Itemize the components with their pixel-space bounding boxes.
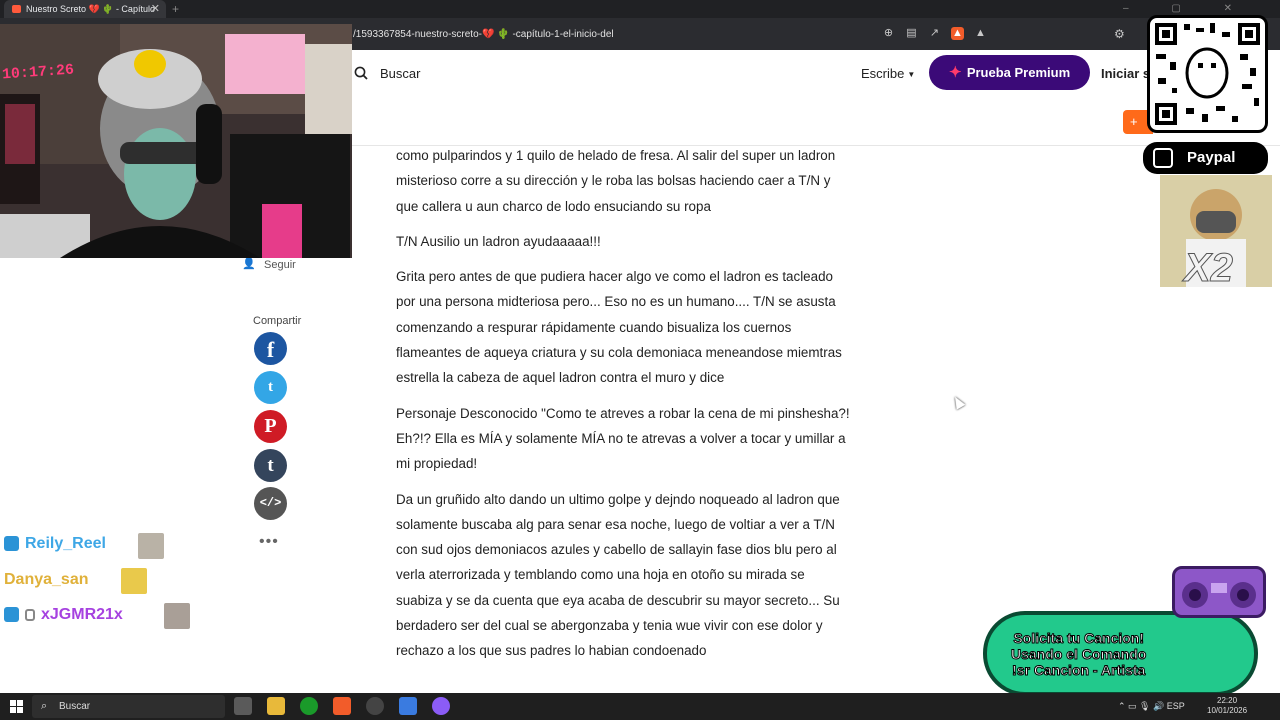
screen: Nuestro Screto 💔 🌵 - Capítulo ✕ + – ▢ ✕ … bbox=[0, 0, 1280, 720]
twitter-share-icon[interactable]: t bbox=[254, 371, 287, 404]
url-suffix: -capítulo-1-el-inicio-del bbox=[512, 29, 614, 40]
premium-label: Prueba Premium bbox=[966, 65, 1071, 80]
chat-avatar bbox=[138, 533, 164, 559]
more-options-icon[interactable]: ••• bbox=[259, 533, 279, 551]
paypal-qr-icon bbox=[1153, 148, 1173, 168]
follow-label: Seguir bbox=[264, 259, 296, 271]
tab-title: Nuestro Screto 💔 🌵 - Capítulo bbox=[26, 4, 155, 14]
brave-shields-icon[interactable]: ▲ bbox=[951, 27, 964, 40]
language-indicator: ESP bbox=[1166, 701, 1185, 711]
taskbar-apps bbox=[234, 697, 450, 715]
taskbar-search-label: Buscar bbox=[59, 701, 91, 712]
streamer-webcam-image bbox=[0, 24, 352, 258]
taskbar-clock[interactable]: 22:20 10/01/2026 bbox=[1207, 696, 1247, 716]
chat-badge-icon bbox=[4, 536, 19, 552]
paragraph: como pulparindos y 1 quilo de helado de … bbox=[396, 148, 836, 214]
paypal-label: Paypal bbox=[1187, 149, 1236, 166]
chat-user: Danya_san bbox=[4, 571, 89, 589]
taskbar-search[interactable]: ⌕ Buscar bbox=[32, 695, 225, 718]
chat-badge-icon bbox=[4, 607, 19, 623]
address-bar-icons: ⊕ ▤ ↗ ▲ ▲ bbox=[882, 27, 987, 40]
share-heading: Compartir bbox=[253, 315, 302, 327]
search-link[interactable]: Buscar bbox=[380, 66, 420, 81]
chat-user: Reily_Reel bbox=[4, 535, 106, 553]
taskbar: ⌕ Buscar ⌃ ▭ 🎙 🔊 ESP 22:20 10/01/2026 bbox=[0, 693, 1280, 720]
obs-icon[interactable] bbox=[366, 697, 384, 715]
x2-multiplier: X2 bbox=[1184, 246, 1234, 291]
app-icon[interactable] bbox=[399, 697, 417, 715]
file-explorer-icon[interactable] bbox=[267, 697, 285, 715]
login-link[interactable]: Iniciar s bbox=[1101, 66, 1150, 81]
task-view-icon[interactable] bbox=[234, 697, 252, 715]
boombox-speakers-icon bbox=[1182, 582, 1256, 608]
boombox-icon bbox=[1172, 566, 1266, 618]
windows-start-icon[interactable] bbox=[10, 700, 23, 713]
song-request-text: Solicita tu Cancion! Usando el Comando !… bbox=[1010, 630, 1147, 679]
write-label: Escribe bbox=[861, 66, 905, 81]
caret-down-icon: ▼ bbox=[907, 70, 916, 80]
xbox-icon[interactable] bbox=[300, 697, 318, 715]
paragraph: T/N Ausilio un ladron ayudaaaaa!!! bbox=[396, 233, 601, 249]
qr-code-icon bbox=[1155, 23, 1260, 125]
brave-rewards-icon[interactable]: ▲ bbox=[974, 27, 987, 40]
paragraph: Grita pero antes de que pudiera hacer al… bbox=[396, 269, 842, 386]
search-icon[interactable] bbox=[354, 66, 368, 80]
tumblr-share-icon[interactable]: t bbox=[254, 449, 287, 482]
write-menu[interactable]: Escribe ▼ bbox=[861, 66, 915, 81]
extensions-icon[interactable]: ⚙ bbox=[1114, 27, 1125, 41]
browser-tab-strip: Nuestro Screto 💔 🌵 - Capítulo ✕ + – ▢ ✕ bbox=[0, 0, 1280, 18]
chat-username: Reily_Reel bbox=[25, 535, 106, 552]
brave-browser-icon[interactable] bbox=[333, 697, 351, 715]
lock-icon bbox=[25, 608, 35, 621]
clock-time: 22:20 bbox=[1217, 696, 1238, 705]
paypal-qr-code bbox=[1147, 15, 1268, 133]
chat-username: xJGMR21x bbox=[41, 606, 123, 623]
zoom-icon[interactable]: ⊕ bbox=[882, 27, 895, 40]
chat-user: xJGMR21x bbox=[4, 606, 123, 624]
reader-mode-icon[interactable]: ▤ bbox=[905, 27, 918, 40]
url-field[interactable]: /1593367854-nuestro-screto-💔 🌵 -capítulo… bbox=[353, 18, 614, 50]
wattpad-favicon-icon bbox=[12, 5, 21, 13]
premium-bolt-icon: ✦ bbox=[949, 64, 962, 81]
follow-user-icon: 👤 bbox=[242, 258, 256, 270]
site-header: Buscar Escribe ▼ ✦ Prueba Premium Iniciar… bbox=[352, 50, 1280, 98]
paypal-badge: Paypal bbox=[1143, 142, 1268, 174]
new-tab-button[interactable]: + bbox=[172, 0, 179, 18]
browser-tab[interactable]: Nuestro Screto 💔 🌵 - Capítulo ✕ bbox=[4, 0, 166, 18]
embed-code-icon[interactable]: </> bbox=[254, 487, 287, 520]
facebook-share-icon[interactable]: f bbox=[254, 332, 287, 365]
chapter-text: como pulparindos y 1 quilo de helado de … bbox=[396, 143, 854, 674]
song-request-banner: Solicita tu Cancion! Usando el Comando !… bbox=[983, 611, 1258, 696]
search-icon: ⌕ bbox=[41, 700, 48, 712]
paragraph: Da un gruñido alto dando un ultimo golpe… bbox=[396, 491, 840, 659]
system-tray[interactable]: ⌃ ▭ 🎙 🔊 ESP bbox=[1118, 693, 1185, 720]
url-heart: 💔 bbox=[481, 29, 495, 40]
pinterest-share-icon[interactable]: P bbox=[254, 410, 287, 443]
url-cactus: 🌵 bbox=[497, 29, 510, 40]
chat-username: Danya_san bbox=[4, 571, 89, 588]
chat-avatar bbox=[164, 603, 190, 629]
chat-avatar bbox=[121, 568, 147, 594]
url-prefix: /1593367854-nuestro-screto- bbox=[353, 29, 482, 40]
chat-app-icon[interactable] bbox=[432, 697, 450, 715]
close-tab-icon[interactable]: ✕ bbox=[151, 0, 160, 18]
paragraph: Personaje Desconocido "Como te atreves a… bbox=[396, 405, 850, 472]
clock-date: 10/01/2026 bbox=[1207, 706, 1248, 715]
share-icon[interactable]: ↗ bbox=[928, 27, 941, 40]
webcam-overlay: 10:17:26 bbox=[0, 24, 352, 258]
premium-button[interactable]: ✦ Prueba Premium bbox=[929, 55, 1090, 90]
follow-button[interactable]: 👤 Seguir bbox=[230, 256, 310, 276]
mouse-cursor bbox=[950, 394, 966, 410]
